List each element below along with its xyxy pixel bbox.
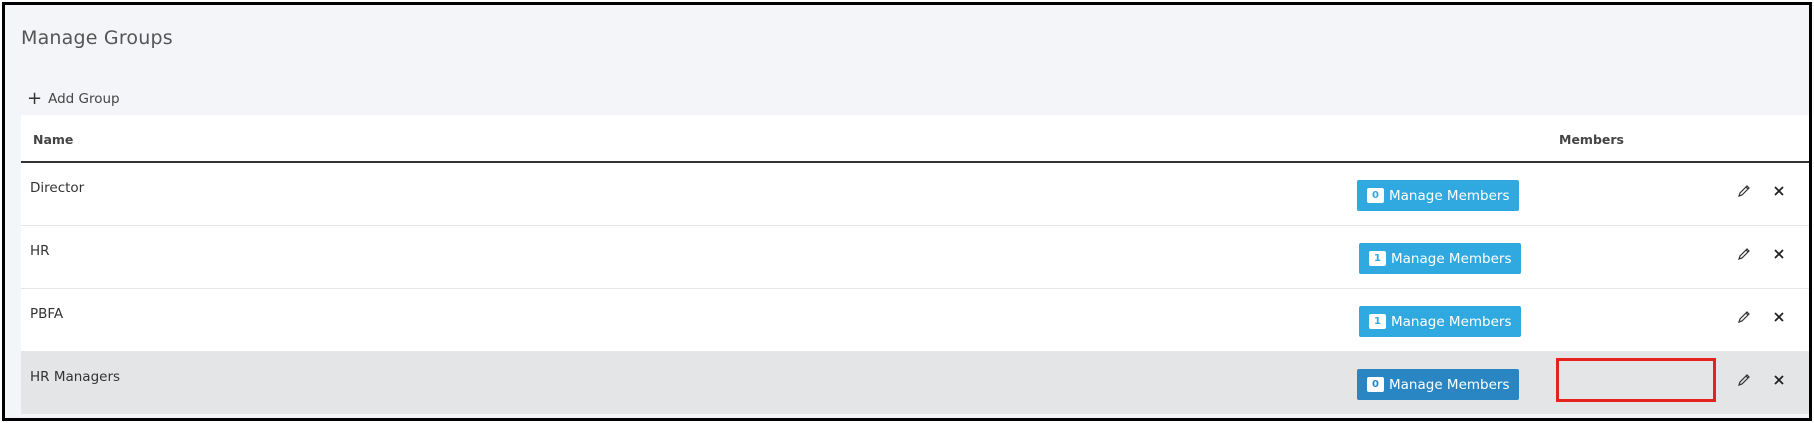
table-row: Director 0 Manage Members	[21, 163, 1809, 226]
app-frame: Manage Groups + Add Group Name Members D…	[2, 2, 1812, 421]
member-count-badge: 0	[1367, 188, 1384, 203]
manage-members-button[interactable]: 0 Manage Members	[1357, 369, 1520, 400]
pencil-icon[interactable]	[1734, 307, 1754, 327]
member-count-badge: 0	[1367, 377, 1384, 392]
close-icon[interactable]	[1769, 307, 1789, 327]
manage-members-label: Manage Members	[1391, 250, 1512, 267]
table-header: Name Members	[21, 115, 1809, 163]
pencil-icon[interactable]	[1734, 370, 1754, 390]
close-icon[interactable]	[1769, 181, 1789, 201]
close-icon[interactable]	[1769, 370, 1789, 390]
manage-members-button[interactable]: 1 Manage Members	[1359, 306, 1522, 337]
manage-members-button[interactable]: 0 Manage Members	[1357, 180, 1520, 211]
pencil-icon[interactable]	[1734, 244, 1754, 264]
group-name: Director	[30, 180, 85, 196]
manage-members-label: Manage Members	[1389, 187, 1510, 204]
add-group-label: Add Group	[48, 91, 120, 107]
close-icon[interactable]	[1769, 244, 1789, 264]
add-group-button[interactable]: + Add Group	[27, 88, 120, 109]
manage-members-button[interactable]: 1 Manage Members	[1359, 243, 1522, 274]
manage-members-label: Manage Members	[1389, 376, 1510, 393]
table-row: PBFA 1 Manage Members	[21, 289, 1809, 352]
plus-icon: +	[27, 88, 43, 109]
column-header-members: Members	[1559, 132, 1624, 147]
page-title: Manage Groups	[21, 27, 173, 49]
pencil-icon[interactable]	[1734, 181, 1754, 201]
column-header-name: Name	[33, 132, 74, 147]
group-name: HR Managers	[30, 369, 121, 385]
groups-table: Name Members Director 0 Manage Members H…	[21, 115, 1809, 414]
manage-members-label: Manage Members	[1391, 313, 1512, 330]
member-count-badge: 1	[1369, 314, 1386, 329]
member-count-badge: 1	[1369, 251, 1386, 266]
table-row: HR 1 Manage Members	[21, 226, 1809, 289]
group-name: HR	[30, 243, 50, 259]
group-name: PBFA	[30, 306, 64, 322]
table-row-selected: HR Managers 0 Manage Members	[21, 352, 1809, 414]
